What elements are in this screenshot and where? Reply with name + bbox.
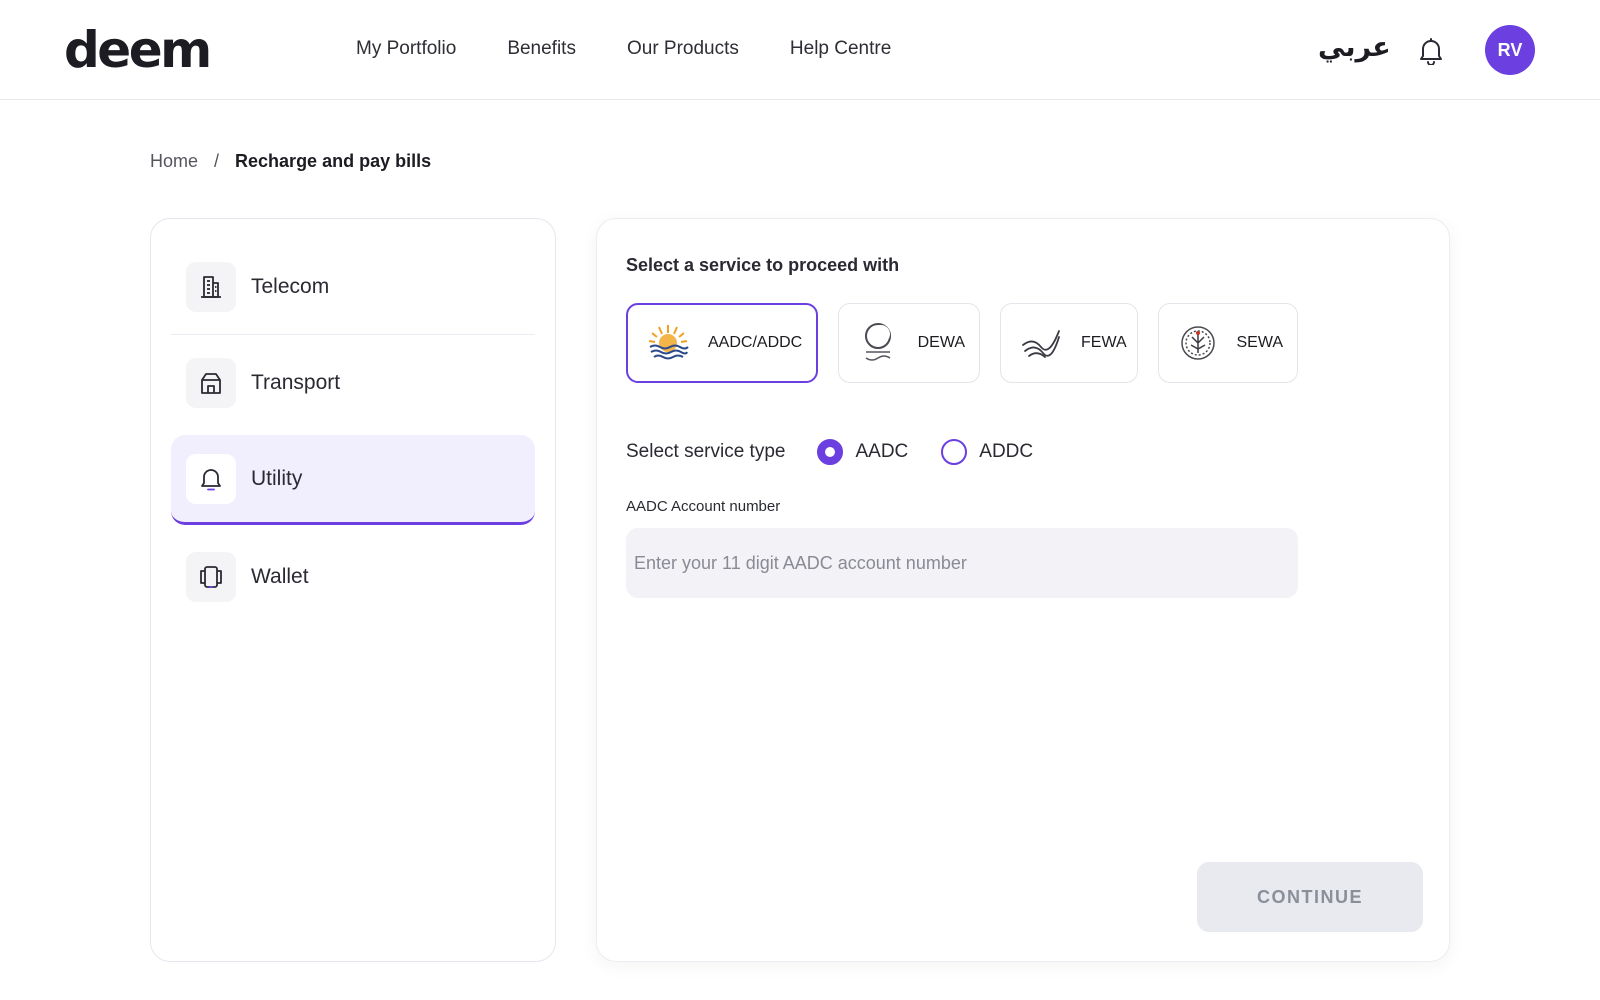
aadc-logo-icon bbox=[646, 320, 690, 366]
sidebar-item-label: Utility bbox=[251, 466, 303, 490]
sidebar-item-telecom[interactable]: Telecom bbox=[171, 239, 535, 335]
utility-payment-card: Select a service to proceed with AADC/AD… bbox=[596, 218, 1450, 962]
category-sidebar: Telecom Transport Utility Wallet bbox=[150, 218, 556, 962]
sidebar-item-label: Telecom bbox=[251, 274, 330, 298]
account-number-input[interactable] bbox=[626, 528, 1298, 598]
service-aadc-addc[interactable]: AADC/ADDC bbox=[626, 303, 818, 383]
dewa-logo-icon bbox=[857, 320, 900, 366]
wallet-icon bbox=[186, 552, 236, 602]
service-label: DEWA bbox=[917, 334, 965, 351]
service-fewa[interactable]: FEWA bbox=[1000, 303, 1138, 383]
notifications-button[interactable] bbox=[1414, 34, 1448, 68]
sewa-logo-icon bbox=[1177, 320, 1218, 366]
deem-logo[interactable]: deem bbox=[64, 24, 212, 76]
sidebar-item-label: Wallet bbox=[251, 565, 309, 588]
service-label: FEWA bbox=[1081, 334, 1127, 351]
radio-button-checked[interactable] bbox=[817, 439, 844, 465]
main-nav: My Portfolio Benefits Our Products Help … bbox=[356, 38, 891, 60]
fewa-logo-icon bbox=[1019, 320, 1063, 366]
service-provider-list: AADC/ADDC DEWA FEWA SEWA bbox=[626, 303, 1298, 383]
breadcrumb-separator: / bbox=[214, 151, 220, 171]
radio-option-aadc[interactable]: AADC bbox=[817, 439, 908, 465]
breadcrumb-home[interactable]: Home bbox=[150, 151, 198, 172]
sidebar-item-transport[interactable]: Transport bbox=[171, 335, 535, 431]
service-type-label: Select service type bbox=[626, 441, 786, 462]
nav-our-products[interactable]: Our Products bbox=[627, 38, 739, 60]
building-icon bbox=[186, 261, 236, 312]
bell-icon bbox=[1420, 38, 1442, 65]
service-sewa[interactable]: SEWA bbox=[1158, 303, 1298, 383]
bell-icon bbox=[186, 453, 236, 504]
nav-benefits[interactable]: Benefits bbox=[507, 38, 576, 60]
service-dewa[interactable]: DEWA bbox=[838, 303, 980, 383]
top-header: deem My Portfolio Benefits Our Products … bbox=[0, 0, 1600, 100]
breadcrumb: Home / Recharge and pay bills bbox=[150, 151, 431, 172]
radio-label: ADDC bbox=[979, 441, 1034, 462]
language-toggle[interactable]: عربي bbox=[1318, 32, 1391, 63]
breadcrumb-current: Recharge and pay bills bbox=[235, 151, 432, 171]
house-icon bbox=[186, 358, 236, 408]
section-title: Select a service to proceed with bbox=[626, 255, 900, 275]
user-avatar[interactable]: RV bbox=[1485, 25, 1535, 75]
sidebar-item-utility[interactable]: Utility bbox=[171, 435, 535, 525]
radio-button[interactable] bbox=[941, 439, 968, 465]
service-label: AADC/ADDC bbox=[708, 334, 803, 351]
continue-button[interactable]: CONTINUE bbox=[1197, 862, 1423, 932]
sidebar-item-wallet[interactable]: Wallet bbox=[171, 529, 535, 625]
radio-option-addc[interactable]: ADDC bbox=[941, 439, 1033, 465]
sidebar-item-label: Transport bbox=[251, 371, 341, 394]
radio-label: AADC bbox=[855, 441, 909, 462]
nav-help-centre[interactable]: Help Centre bbox=[790, 38, 891, 60]
account-number-label: AADC Account number bbox=[626, 498, 781, 515]
nav-my-portfolio[interactable]: My Portfolio bbox=[356, 38, 456, 60]
service-label: SEWA bbox=[1236, 334, 1283, 351]
service-type-group: Select service type AADC ADDC bbox=[626, 439, 1066, 465]
